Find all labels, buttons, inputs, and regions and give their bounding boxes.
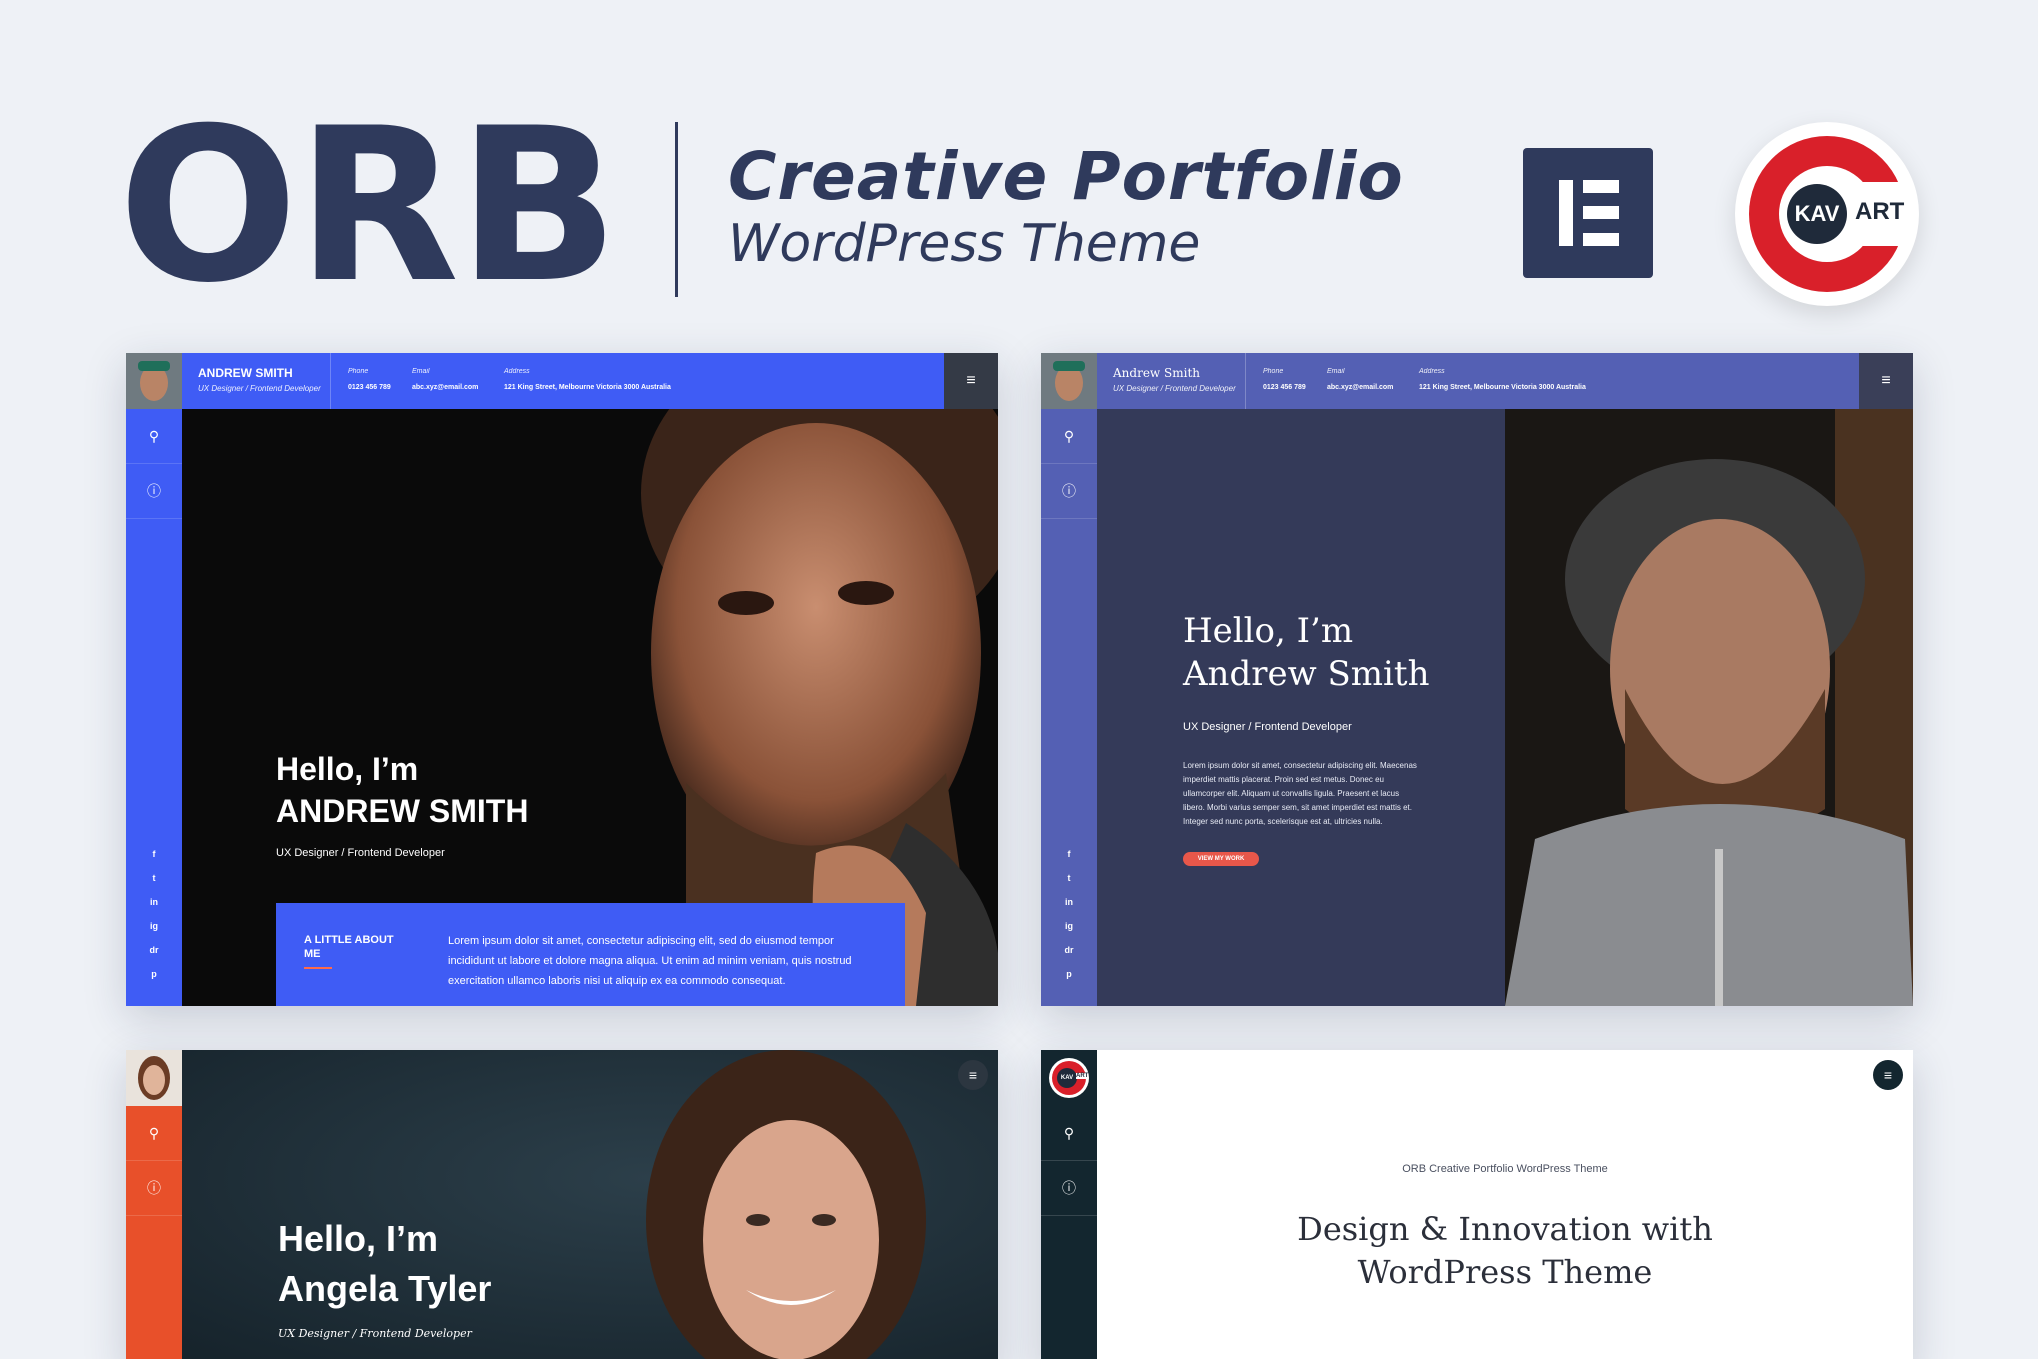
hero-role: UX Designer / Frontend Developer [276, 847, 445, 859]
kavart-logo[interactable]: KAV ART [1049, 1058, 1089, 1098]
elementor-icon [1523, 148, 1653, 278]
dribbble-icon[interactable]: dr [1041, 945, 1097, 955]
demo-card-4[interactable]: KAV ART ⚲ ⓘ ≡ ORB Creative Portfolio Wor… [1041, 1050, 1913, 1359]
left-sidebar: ⚲ ⓘ f t in ig dr p [126, 409, 182, 1006]
left-sidebar: ⚲ ⓘ [126, 1106, 182, 1359]
search-icon[interactable]: ⚲ [126, 409, 182, 464]
kavart-logo-art: ART [1076, 1073, 1089, 1079]
hero-role: UX Designer / Frontend Developer [278, 1327, 472, 1340]
portrait-photo-3 [126, 1050, 998, 1359]
accent-line [304, 967, 332, 969]
avatar[interactable] [126, 1050, 182, 1106]
email-value[interactable]: abc.xyz@email.com [1327, 384, 1393, 391]
divider [330, 353, 331, 409]
hero-name: Andrew Smith [1183, 654, 1430, 694]
product-subtitle: WordPress Theme [728, 214, 1201, 274]
eyebrow-text: ORB Creative Portfolio WordPress Theme [1402, 1163, 1608, 1175]
pinterest-icon[interactable]: p [126, 969, 182, 979]
kavart-logo-kav: KAV [1057, 1068, 1077, 1088]
site-role: UX Designer / Frontend Developer [198, 384, 321, 393]
headline-line-1: Design & Innovation with [1297, 1210, 1713, 1248]
hero-greeting: Hello, I’m [276, 751, 419, 787]
about-section: A LITTLE ABOUT ME Lorem ipsum dolor sit … [276, 903, 905, 1006]
email-label: Email [1327, 368, 1345, 375]
phone-value: 0123 456 789 [1263, 384, 1306, 391]
site-role: UX Designer / Frontend Developer [1113, 384, 1236, 393]
hero-greeting: Hello, I’m [1183, 611, 1354, 651]
linkedin-icon[interactable]: in [126, 897, 182, 907]
search-icon[interactable]: ⚲ [1041, 409, 1097, 464]
portrait-photo-2 [1505, 409, 1913, 1006]
left-sidebar: KAV ART ⚲ ⓘ [1041, 1050, 1097, 1359]
kavart-logo-art: ART [1855, 198, 1905, 225]
facebook-icon[interactable]: f [126, 849, 182, 859]
address-label: Address [504, 368, 530, 375]
hero-greeting: Hello, I’m [278, 1218, 439, 1259]
left-sidebar: ⚲ ⓘ f t in ig dr p [1041, 409, 1097, 1006]
info-icon[interactable]: ⓘ [1041, 1161, 1097, 1216]
hero-name: ANDREW SMITH [276, 793, 529, 829]
pinterest-icon[interactable]: p [1041, 969, 1097, 979]
phone-label: Phone [348, 368, 369, 375]
site-name[interactable]: ANDREW SMITH [198, 366, 293, 380]
menu-button[interactable]: ≡ [958, 1060, 988, 1090]
phone-label: Phone [1263, 368, 1284, 375]
menu-button[interactable]: ≡ [944, 353, 998, 409]
kavart-logo-kav: KAV [1787, 184, 1847, 244]
hero-role: UX Designer / Frontend Developer [1183, 721, 1352, 733]
intro-text: Lorem ipsum dolor sit amet, consectetur … [1183, 761, 1417, 826]
instagram-icon[interactable]: ig [126, 921, 182, 931]
instagram-icon[interactable]: ig [1041, 921, 1097, 931]
demo-card-3[interactable]: ⚲ ⓘ ≡ Hello, I’m Angela Tyler UX Designe… [126, 1050, 998, 1359]
menu-button[interactable]: ≡ [1873, 1060, 1903, 1090]
avatar[interactable] [126, 353, 182, 409]
orb-logo: ORB [118, 82, 619, 329]
email-label: Email [412, 368, 430, 375]
view-my-work-button[interactable]: VIEW MY WORK [1183, 852, 1259, 866]
info-icon[interactable]: ⓘ [126, 464, 182, 519]
twitter-icon[interactable]: t [126, 873, 182, 883]
facebook-icon[interactable]: f [1041, 849, 1097, 859]
top-bar: Andrew Smith UX Designer / Frontend Deve… [1097, 353, 1913, 409]
avatar[interactable] [1041, 353, 1097, 409]
hero-name: Angela Tyler [278, 1268, 492, 1309]
header-divider [675, 122, 678, 297]
search-icon[interactable]: ⚲ [126, 1106, 182, 1161]
site-name[interactable]: Andrew Smith [1113, 366, 1200, 380]
about-heading: A LITTLE ABOUT ME [304, 934, 394, 960]
address-value: 121 King Street, Melbourne Victoria 3000… [1419, 384, 1586, 391]
top-bar: ANDREW SMITH UX Designer / Frontend Deve… [182, 353, 998, 409]
menu-button[interactable]: ≡ [1859, 353, 1913, 409]
search-icon[interactable]: ⚲ [1041, 1106, 1097, 1161]
info-icon[interactable]: ⓘ [1041, 464, 1097, 519]
about-text: Lorem ipsum dolor sit amet, consectetur … [448, 935, 852, 987]
demo-card-2[interactable]: Andrew Smith UX Designer / Frontend Deve… [1041, 353, 1913, 1006]
linkedin-icon[interactable]: in [1041, 897, 1097, 907]
divider [1245, 353, 1246, 409]
email-value[interactable]: abc.xyz@email.com [412, 384, 478, 391]
dribbble-icon[interactable]: dr [126, 945, 182, 955]
info-icon[interactable]: ⓘ [126, 1161, 182, 1216]
phone-value: 0123 456 789 [348, 384, 391, 391]
headline-line-2: WordPress Theme [1357, 1253, 1653, 1291]
kavart-logo: KAV ART [1735, 122, 1919, 306]
demo-card-1[interactable]: ANDREW SMITH UX Designer / Frontend Deve… [126, 353, 998, 1006]
address-label: Address [1419, 368, 1445, 375]
product-title: Creative Portfolio [728, 138, 1404, 215]
twitter-icon[interactable]: t [1041, 873, 1097, 883]
address-value: 121 King Street, Melbourne Victoria 3000… [504, 384, 671, 391]
